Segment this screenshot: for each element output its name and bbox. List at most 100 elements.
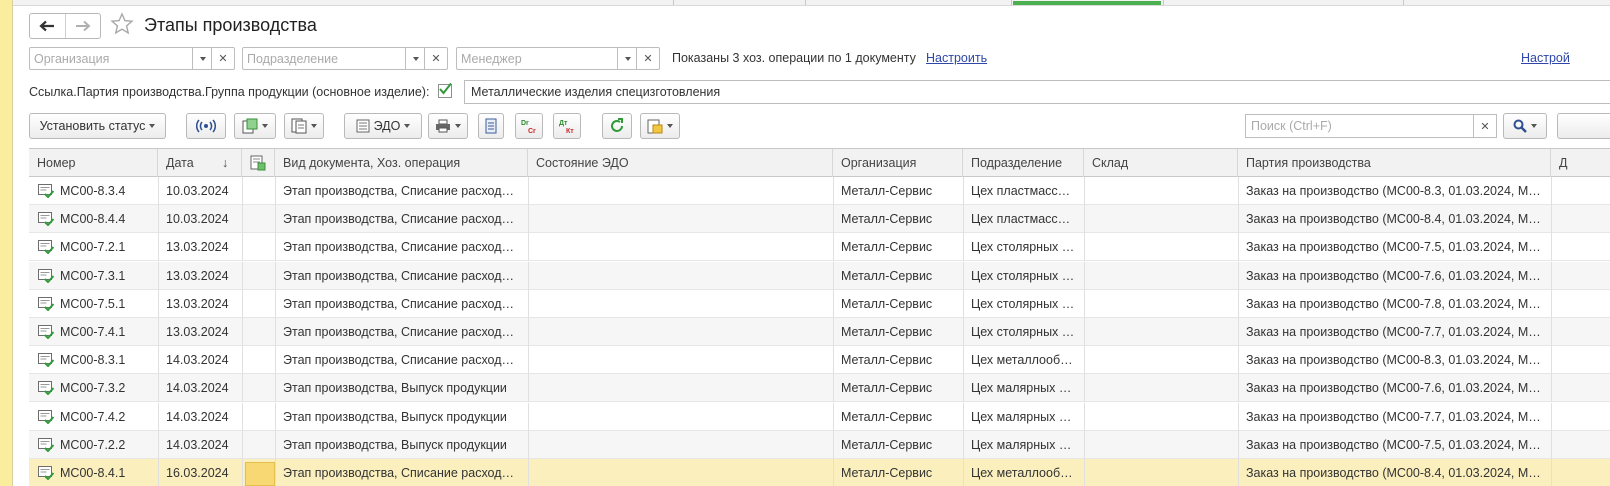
cell-organization: Металл-Сервис <box>841 353 933 368</box>
window-tab-strip[interactable] <box>13 0 1610 6</box>
table-row[interactable]: МС00-7.2.2 14.03.2024 Этап производства, В… <box>29 430 1610 459</box>
cell-production-batch: Заказ на производство (МС00-8.4, 01.03.2… <box>1246 466 1541 480</box>
broadcast-button[interactable] <box>186 113 226 139</box>
search-icon <box>1513 119 1527 133</box>
search-clear-button[interactable]: ✕ <box>1473 115 1496 137</box>
column-divider <box>833 374 834 403</box>
table-row[interactable]: МС00-7.4.1 13.03.2024 Этап производства, С… <box>29 318 1610 346</box>
cell-document-type: Этап производства, Списание расход… <box>283 296 515 311</box>
tab-separator <box>1011 0 1012 5</box>
edo-button[interactable]: ЭДО <box>344 113 422 139</box>
report-folder-icon <box>647 119 663 134</box>
cell-production-batch: Заказ на производство (МС00-7.8, 01.03.2… <box>1246 296 1541 311</box>
column-header-number[interactable]: Номер <box>29 149 158 177</box>
cell-department: Цех малярных … <box>971 409 1072 424</box>
cell-department: Цех малярных … <box>971 437 1072 452</box>
organization-clear-button[interactable]: ✕ <box>211 48 234 69</box>
column-divider <box>963 261 964 290</box>
search-input[interactable]: Поиск (Ctrl+F) ✕ <box>1245 114 1497 138</box>
manager-placeholder: Менеджер <box>461 52 522 66</box>
organization-dropdown-button[interactable] <box>192 48 212 69</box>
column-header-warehouse[interactable]: Склад <box>1084 149 1238 177</box>
search-button[interactable] <box>1503 113 1547 139</box>
column-divider <box>242 430 243 459</box>
cell-number: МС00-7.2.2 <box>60 437 126 452</box>
cell-production-batch: Заказ на производство (МС00-7.7, 01.03.2… <box>1246 409 1541 424</box>
table-row[interactable]: МС00-7.2.1 13.03.2024 Этап производства, С… <box>29 233 1610 262</box>
column-header-attachment[interactable] <box>242 149 275 177</box>
table-row[interactable]: МС00-7.5.1 13.03.2024 Этап производства, С… <box>29 289 1610 318</box>
cell-warehouse <box>1084 262 1238 289</box>
department-field[interactable]: Подразделение ✕ <box>242 47 448 70</box>
manager-field[interactable]: Менеджер ✕ <box>456 47 660 70</box>
cell-edo-state <box>528 346 833 373</box>
create-based-on-button[interactable] <box>234 113 276 139</box>
cell-number: МС00-7.3.2 <box>60 381 126 396</box>
column-divider <box>1551 289 1552 318</box>
documents-button[interactable] <box>284 113 324 139</box>
column-divider <box>242 233 243 262</box>
column-divider <box>1551 374 1552 403</box>
column-header-department[interactable]: Подразделение <box>963 149 1084 177</box>
close-icon: ✕ <box>431 53 441 65</box>
column-divider <box>275 430 276 459</box>
product-group-checkbox[interactable] <box>438 82 452 98</box>
column-header-document-type[interactable]: Вид документа, Хоз. операция <box>275 149 528 177</box>
cell-department: Цех пластмасс… <box>971 184 1071 198</box>
table-row[interactable]: МС00-8.3.1 14.03.2024 Этап производства, С… <box>29 346 1610 375</box>
column-divider <box>1084 289 1085 318</box>
dr-cr-button[interactable]: Dr Cr <box>515 113 543 139</box>
column-divider <box>963 289 964 318</box>
manager-dropdown-button[interactable] <box>617 48 637 69</box>
table-row[interactable]: МС00-7.3.2 14.03.2024 Этап производства, В… <box>29 374 1610 403</box>
chevron-down-icon <box>667 124 673 128</box>
department-clear-button[interactable]: ✕ <box>424 48 447 69</box>
svg-text:Кт: Кт <box>566 128 574 134</box>
cell-number: МС00-7.3.1 <box>60 268 126 283</box>
column-divider <box>158 205 159 234</box>
product-group-field[interactable]: Металлические изделия специзготовления <box>464 80 1610 104</box>
more-button[interactable] <box>1557 113 1610 139</box>
column-divider <box>158 177 159 205</box>
cell-organization: Металл-Сервис <box>841 409 933 424</box>
column-divider <box>1238 233 1239 262</box>
configure-link-right[interactable]: Настрой <box>1521 51 1570 65</box>
more-actions-button[interactable] <box>640 113 680 139</box>
table-row[interactable]: МС00-7.3.1 13.03.2024 Этап производства, С… <box>29 261 1610 290</box>
list-report-button[interactable] <box>478 113 504 139</box>
manager-clear-button[interactable]: ✕ <box>636 48 659 69</box>
forward-button[interactable] <box>64 14 101 38</box>
dt-kt-button[interactable]: Дт Кт <box>553 113 581 139</box>
department-dropdown-button[interactable] <box>405 48 425 69</box>
cell-number: МС00-8.4.1 <box>60 466 126 480</box>
column-divider <box>963 346 964 375</box>
selected-cell-marker <box>245 462 275 486</box>
column-divider <box>963 402 964 431</box>
column-header-production-batch[interactable]: Партия производства <box>1238 149 1551 177</box>
column-divider <box>528 233 529 262</box>
set-status-button[interactable]: Установить статус <box>29 113 166 139</box>
active-tab-indicator[interactable] <box>1013 1 1161 5</box>
organization-field[interactable]: Организация ✕ <box>29 47 235 70</box>
column-divider <box>1238 430 1239 459</box>
cell-document-type: Этап производства, Выпуск продукции <box>283 381 507 396</box>
table-row[interactable]: МС00-8.4.1 16.03.2024 Этап производства, С… <box>29 459 1610 486</box>
print-button[interactable] <box>428 113 468 139</box>
column-divider <box>1084 430 1085 459</box>
favorite-star-icon[interactable] <box>110 12 134 36</box>
table-row[interactable]: МС00-8.3.4 10.03.2024 Этап производства, С… <box>29 177 1610 205</box>
department-placeholder: Подразделение <box>247 52 339 66</box>
column-header-edo-state[interactable]: Состояние ЭДО <box>528 149 833 177</box>
column-header-date[interactable]: Дата ↓ <box>158 149 242 177</box>
column-divider <box>242 346 243 375</box>
column-divider <box>1084 374 1085 403</box>
table-row[interactable]: МС00-7.4.2 14.03.2024 Этап производства, В… <box>29 402 1610 431</box>
column-header-extra[interactable]: Д <box>1551 149 1610 177</box>
column-header-organization[interactable]: Организация <box>833 149 963 177</box>
back-button[interactable] <box>30 14 65 38</box>
configure-link[interactable]: Настроить <box>926 51 987 65</box>
cell-department: Цех столярных … <box>971 240 1075 255</box>
table-row[interactable]: МС00-8.4.4 10.03.2024 Этап производства, С… <box>29 205 1610 234</box>
refresh-button[interactable] <box>602 113 632 139</box>
cell-department: Цех столярных … <box>971 296 1075 311</box>
